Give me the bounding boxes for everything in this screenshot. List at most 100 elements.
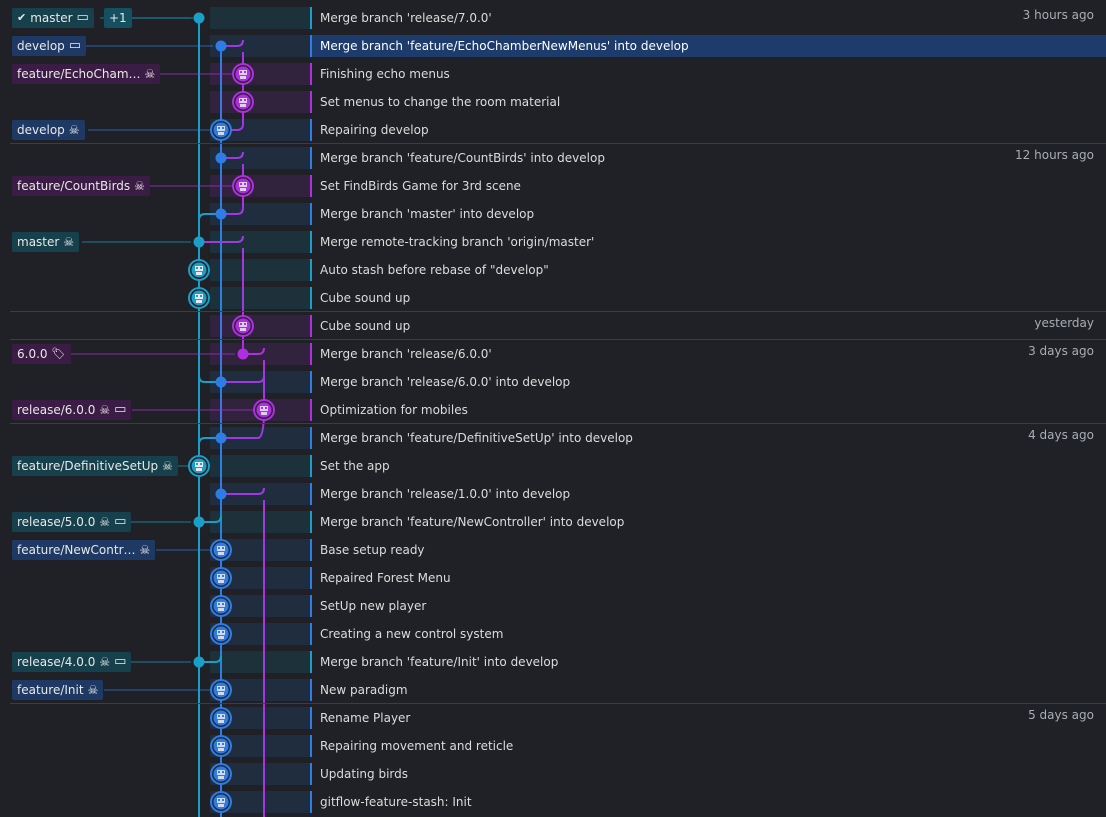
date-divider xyxy=(10,143,1106,144)
row-background xyxy=(310,119,1106,141)
commit-message: Merge branch 'feature/CountBirds' into d… xyxy=(320,151,605,165)
branch-label[interactable]: feature/NewContr… ☠ xyxy=(12,540,156,560)
commit-message: SetUp new player xyxy=(320,599,427,613)
commit-message: New paradigm xyxy=(320,683,408,697)
commit-row[interactable]: Merge branch 'feature/EchoChamberNewMenu… xyxy=(0,31,1106,59)
lane-color-bar xyxy=(310,287,312,309)
lane-color-bar xyxy=(310,175,312,197)
commit-message: Merge branch 'release/1.0.0' into develo… xyxy=(320,487,571,501)
branch-label-text: feature/CountBirds xyxy=(17,179,131,193)
lane-highlight xyxy=(210,91,310,113)
commit-row[interactable]: SetUp new player xyxy=(0,591,1106,619)
row-background xyxy=(310,763,1106,785)
lane-color-bar xyxy=(310,259,312,281)
commit-row[interactable]: New paradigm feature/Init ☠ xyxy=(0,675,1106,703)
commit-message: Creating a new control system xyxy=(320,627,504,641)
lane-highlight xyxy=(210,707,310,729)
avatar-icon: ☠ xyxy=(144,67,156,81)
lane-highlight xyxy=(210,595,310,617)
commit-row[interactable]: Merge branch 'master' into develop xyxy=(0,199,1106,227)
commit-message: Repaired Forest Menu xyxy=(320,571,451,585)
commit-row[interactable]: Merge branch 'feature/DefinitiveSetUp' i… xyxy=(0,423,1106,451)
tag-icon: 🏷 xyxy=(51,347,66,360)
commit-date: yesterday xyxy=(1034,316,1094,330)
lane-highlight xyxy=(210,539,310,561)
lane-color-bar xyxy=(310,203,312,225)
date-divider xyxy=(10,703,1106,704)
branch-label[interactable]: release/5.0.0 ☠ ▭ xyxy=(12,512,132,532)
branch-label[interactable]: develop ▭ xyxy=(12,36,87,56)
lane-color-bar xyxy=(310,147,312,169)
lane-color-bar xyxy=(310,35,312,57)
branch-label[interactable]: 6.0.0 🏷 xyxy=(12,344,71,364)
commit-row[interactable]: Optimization for mobiles release/6.0.0 ☠ ▭ xyxy=(0,395,1106,423)
commit-row[interactable]: Merge branch 'release/7.0.0' 3 hours ago ✔… xyxy=(0,3,1106,31)
lane-highlight xyxy=(210,63,310,85)
commit-row[interactable]: Repairing movement and reticle xyxy=(0,731,1106,759)
commit-row[interactable]: Merge branch 'release/6.0.0' into develo… xyxy=(0,367,1106,395)
row-background xyxy=(310,287,1106,309)
branch-label-text: release/5.0.0 xyxy=(17,515,96,529)
commit-row[interactable]: Repaired Forest Menu xyxy=(0,563,1106,591)
lane-highlight xyxy=(210,791,310,813)
branch-label[interactable]: master ☠ xyxy=(12,232,80,252)
commit-message: Merge branch 'feature/EchoChamberNewMenu… xyxy=(320,39,689,53)
commit-row[interactable]: Set menus to change the room material xyxy=(0,87,1106,115)
row-background xyxy=(310,595,1106,617)
commit-message: Merge branch 'release/6.0.0' into develo… xyxy=(320,375,571,389)
branch-label[interactable]: ✔ master ▭ xyxy=(12,8,94,28)
commit-message: gitflow-feature-stash: Init xyxy=(320,795,472,809)
commit-row[interactable]: Merge branch 'feature/CountBirds' into d… xyxy=(0,143,1106,171)
row-background xyxy=(310,315,1106,337)
commit-row[interactable]: Rename Player 5 days ago xyxy=(0,703,1106,731)
lane-highlight xyxy=(210,455,310,477)
lane-highlight xyxy=(210,735,310,757)
lane-color-bar xyxy=(310,63,312,85)
lane-highlight xyxy=(210,203,310,225)
commit-row[interactable]: Merge remote-tracking branch 'origin/mas… xyxy=(0,227,1106,255)
commit-row[interactable]: Base setup ready feature/NewContr… ☠ xyxy=(0,535,1106,563)
lane-color-bar xyxy=(310,371,312,393)
avatar-icon: ☠ xyxy=(134,179,145,193)
lane-color-bar xyxy=(310,511,312,533)
branch-label[interactable]: release/6.0.0 ☠ ▭ xyxy=(12,400,132,420)
commit-row[interactable]: Merge branch 'feature/Init' into develop… xyxy=(0,647,1106,675)
commit-message: Merge branch 'release/7.0.0' xyxy=(320,11,492,25)
commit-message: Set FindBirds Game for 3rd scene xyxy=(320,179,521,193)
branch-label[interactable]: develop ☠ xyxy=(12,120,85,140)
commit-message: Cube sound up xyxy=(320,319,411,333)
branch-label-text: release/4.0.0 xyxy=(17,655,96,669)
branch-label[interactable]: feature/DefinitiveSetUp ☠ xyxy=(12,456,178,476)
commit-row[interactable]: Merge branch 'release/1.0.0' into develo… xyxy=(0,479,1106,507)
lane-highlight xyxy=(210,511,310,533)
commit-row[interactable]: Finishing echo menus feature/EchoCham… ☠ xyxy=(0,59,1106,87)
commit-row[interactable]: Set the app feature/DefinitiveSetUp ☠ xyxy=(0,451,1106,479)
commit-row[interactable]: Creating a new control system xyxy=(0,619,1106,647)
commit-row[interactable]: Repairing develop develop ☠ xyxy=(0,115,1106,143)
branch-label[interactable]: feature/EchoCham… ☠ xyxy=(12,64,161,84)
date-divider xyxy=(10,311,1106,312)
commit-row[interactable]: Merge branch 'feature/NewController' int… xyxy=(0,507,1106,535)
branch-label[interactable]: release/4.0.0 ☠ ▭ xyxy=(12,652,132,672)
commit-row[interactable]: Cube sound up yesterday xyxy=(0,311,1106,339)
more-refs-badge[interactable]: +1 xyxy=(104,8,132,28)
lane-highlight xyxy=(210,399,310,421)
lane-color-bar xyxy=(310,763,312,785)
commit-message: Base setup ready xyxy=(320,543,425,557)
avatar-icon: ☠ xyxy=(99,655,111,669)
commit-row[interactable]: Updating birds xyxy=(0,759,1106,787)
avatar-icon: ☠ xyxy=(99,403,111,417)
commit-row[interactable]: gitflow-feature-stash: Init xyxy=(0,787,1106,815)
branch-label[interactable]: feature/CountBirds ☠ xyxy=(12,176,150,196)
lane-color-bar xyxy=(310,7,312,29)
commit-message: Merge remote-tracking branch 'origin/mas… xyxy=(320,235,595,249)
lane-highlight xyxy=(210,567,310,589)
commit-row[interactable]: Cube sound up xyxy=(0,283,1106,311)
commit-row[interactable]: Set FindBirds Game for 3rd scene feature/… xyxy=(0,171,1106,199)
commit-row[interactable]: Merge branch 'release/6.0.0' 3 days ago 6.… xyxy=(0,339,1106,367)
branch-label[interactable]: feature/Init ☠ xyxy=(12,680,104,700)
date-divider xyxy=(10,423,1106,424)
lane-highlight xyxy=(210,371,310,393)
lane-highlight xyxy=(210,679,310,701)
commit-row[interactable]: Auto stash before rebase of "develop" xyxy=(0,255,1106,283)
